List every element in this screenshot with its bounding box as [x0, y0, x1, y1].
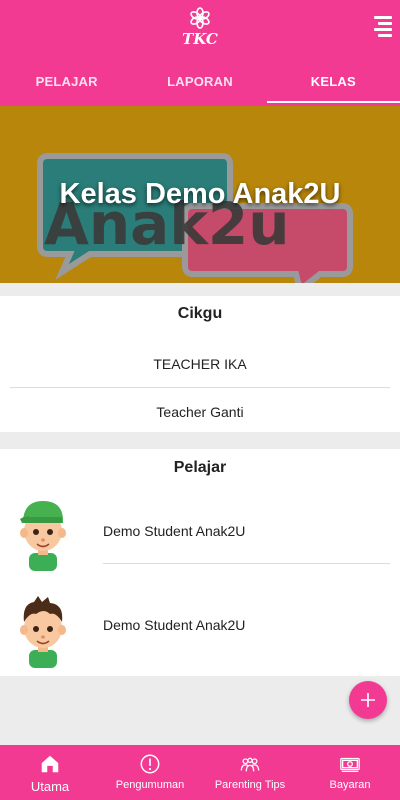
boy-green-cap-avatar [20, 501, 66, 571]
class-banner: Anak2u Kelas Demo Anak2U [0, 106, 400, 283]
svg-text:TKC: TKC [182, 30, 218, 48]
student-name: Demo Student Anak2U [103, 617, 246, 633]
nav-parenting-tips[interactable]: Parenting Tips [200, 745, 300, 800]
tab-bar: PELAJAR LAPORAN KELAS [0, 56, 400, 106]
money-icon [340, 757, 360, 772]
students-section-title: Pelajar [173, 459, 227, 476]
student-name: Demo Student Anak2U [103, 523, 246, 539]
teacher-item[interactable]: Teacher Ganti [10, 388, 390, 436]
home-icon [41, 755, 59, 773]
nav-label: Parenting Tips [214, 779, 286, 791]
teachers-section-title: Cikgu [177, 305, 223, 322]
people-icon [240, 757, 260, 772]
nav-label: Pengumuman [115, 779, 185, 791]
plus-icon [361, 693, 375, 707]
teachers-card: Cikgu TEACHER IKA Teacher Ganti [0, 296, 400, 432]
nav-label: Bayaran [329, 779, 371, 791]
add-button[interactable] [349, 681, 387, 719]
students-card: Pelajar Demo Student Anak2U Demo Student… [0, 449, 400, 676]
app-header: TKC PELAJAR LAPORAN KELAS [0, 0, 400, 106]
teacher-item[interactable]: TEACHER IKA [10, 340, 390, 388]
nav-label: Utama [30, 779, 70, 794]
tab-kelas[interactable]: KELAS [266, 56, 400, 106]
student-item[interactable]: Demo Student Anak2U [0, 592, 400, 689]
flower-logo-icon: TKC [182, 7, 218, 48]
alert-circle-icon [140, 754, 160, 774]
tab-pelajar[interactable]: PELAJAR [0, 56, 133, 106]
nav-bayaran[interactable]: Bayaran [300, 745, 400, 800]
nav-pengumuman[interactable]: Pengumuman [100, 745, 200, 800]
tab-laporan[interactable]: LAPORAN [133, 56, 266, 106]
student-item[interactable]: Demo Student Anak2U [0, 495, 400, 592]
nav-utama[interactable]: Utama [0, 745, 100, 800]
boy-brown-hair-avatar [20, 596, 66, 668]
student-divider [103, 563, 390, 564]
app-logo: TKC [178, 6, 222, 48]
bottom-navigation: Utama Pengumuman Parenting Tips Bayaran [0, 745, 400, 800]
class-title: Kelas Demo Anak2U [59, 178, 341, 210]
menu-icon[interactable] [364, 16, 392, 40]
